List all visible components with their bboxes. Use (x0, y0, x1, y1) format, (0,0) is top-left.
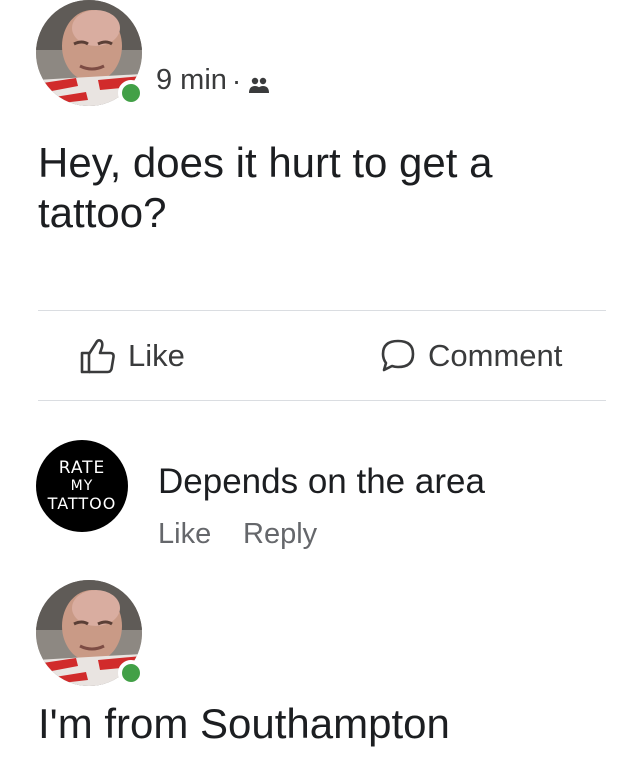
post-text: Hey, does it hurt to get a tattoo? (38, 139, 493, 236)
speech-bubble-icon (381, 339, 415, 372)
divider-top (38, 310, 606, 311)
commenter-avatar[interactable]: RATE MY TATTOO (36, 440, 128, 532)
comment-like-link[interactable]: Like (158, 518, 211, 551)
brand-logo-line-2: MY (70, 478, 94, 494)
comment-reply-link[interactable]: Reply (243, 518, 317, 551)
comment-button[interactable]: Comment (378, 330, 562, 382)
post-time[interactable]: 9 min (156, 64, 227, 97)
reply-text: I'm from Southampton (38, 700, 450, 747)
online-status-dot (118, 80, 144, 106)
like-button[interactable]: Like (78, 330, 185, 382)
brand-logo-line-1: RATE (58, 458, 106, 478)
friends-icon[interactable] (248, 71, 270, 93)
comment-text: Depends on the area (158, 462, 485, 501)
post-meta: 9 min · (156, 64, 270, 97)
meta-separator: · (231, 64, 242, 96)
online-status-dot (118, 660, 144, 686)
comment-button-label: Comment (428, 338, 563, 373)
like-button-label: Like (128, 338, 185, 373)
thumbs-up-icon (80, 339, 115, 374)
divider-bottom (38, 400, 606, 401)
brand-logo-line-3: TATTOO (47, 494, 117, 513)
